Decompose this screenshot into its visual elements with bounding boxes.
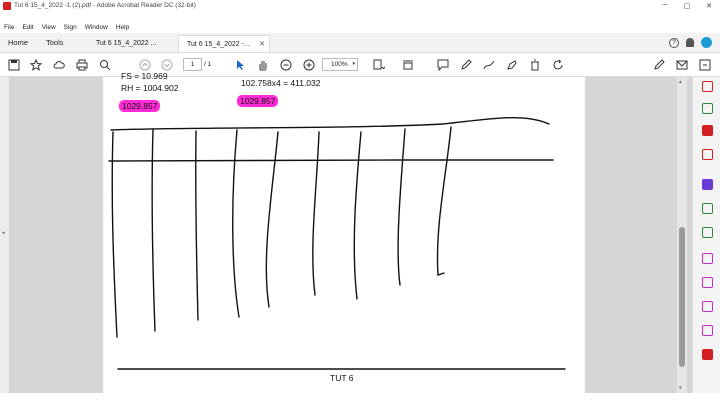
- menu-bar: File Edit View Sign Window Help: [0, 22, 720, 33]
- expand-left-panel-icon[interactable]: ◂: [2, 230, 5, 236]
- zoom-in-icon[interactable]: [302, 58, 315, 71]
- protect-icon[interactable]: [702, 325, 713, 336]
- rotate-icon[interactable]: [551, 58, 564, 71]
- select-cursor-icon[interactable]: [233, 58, 246, 71]
- tab-tools[interactable]: Tools: [46, 36, 64, 50]
- left-panel-collapsed[interactable]: ◂: [0, 77, 9, 393]
- tab-document-2[interactable]: Tut 6 15_4_2022 -... ✕: [178, 35, 270, 52]
- ink-vertical-2: [151, 128, 156, 332]
- create-pdf-icon[interactable]: [702, 125, 713, 136]
- request-signatures-icon[interactable]: [702, 301, 713, 312]
- edit-sign-icon[interactable]: [652, 58, 665, 71]
- ink-vertical-5: [265, 131, 279, 308]
- more-tools-panel-icon[interactable]: [702, 349, 713, 360]
- more-tools-icon[interactable]: [698, 58, 711, 71]
- avatar[interactable]: [701, 37, 712, 48]
- handwritten-drawing: [108, 116, 566, 370]
- right-tools-panel: [692, 77, 720, 393]
- scroll-up-icon[interactable]: ▴: [679, 79, 682, 85]
- zoom-level-select[interactable]: 100% ▾: [322, 58, 358, 71]
- help-icon[interactable]: ?: [669, 37, 679, 48]
- upload-cloud-icon[interactable]: [52, 58, 65, 71]
- comment-icon[interactable]: [436, 58, 449, 71]
- tab-document-2-label: Tut 6 15_4_2022 -...: [187, 41, 250, 48]
- highlight-pen-icon[interactable]: [459, 58, 472, 71]
- edit-pdf-icon[interactable]: [702, 103, 713, 114]
- pdf-page: FS = 10.969 RH = 1004.902 102.758x4 = 41…: [103, 71, 585, 393]
- ink-vertical-1: [111, 131, 118, 338]
- hand-tool-icon[interactable]: [256, 58, 269, 71]
- previous-page-icon[interactable]: [138, 58, 151, 71]
- tabbar-actions: ?: [669, 37, 712, 48]
- ink-vertical-6: [312, 131, 320, 296]
- menu-view[interactable]: View: [42, 24, 56, 31]
- menu-help[interactable]: Help: [116, 24, 129, 31]
- save-icon[interactable]: [7, 58, 20, 71]
- send-for-review-icon[interactable]: [702, 277, 713, 288]
- ink-vertical-7: [353, 131, 362, 300]
- bookmark-star-icon[interactable]: [29, 58, 42, 71]
- delete-icon[interactable]: [528, 58, 541, 71]
- comment-tool-icon[interactable]: [702, 253, 713, 264]
- ink-top-line: [110, 116, 550, 131]
- export-pdf-icon[interactable]: [702, 81, 713, 92]
- menu-file[interactable]: File: [4, 24, 14, 31]
- draw-freehand-icon[interactable]: [482, 58, 495, 71]
- next-page-icon[interactable]: [160, 58, 173, 71]
- page-number-input[interactable]: 1: [183, 58, 202, 71]
- chevron-down-icon: ▾: [352, 61, 355, 67]
- menu-window[interactable]: Window: [85, 24, 108, 31]
- tab-bar: Home Tools Tut 6 15_4_2022 ... Tut 6 15_…: [0, 33, 720, 53]
- footer-label: TUT 6: [330, 373, 354, 383]
- menu-sign[interactable]: Sign: [64, 24, 77, 31]
- combine-files-icon[interactable]: [702, 149, 713, 160]
- ink-vertical-3: [195, 130, 199, 321]
- print-icon[interactable]: [75, 58, 88, 71]
- tab-home[interactable]: Home: [2, 36, 34, 50]
- ink-vertical-9: [436, 126, 452, 276]
- title-bar: Tut 6 15_4_2022 -1 (2).pdf - Adobe Acrob…: [0, 0, 720, 11]
- fill-sign-icon[interactable]: [505, 58, 518, 71]
- email-icon[interactable]: [675, 58, 688, 71]
- zoom-out-icon[interactable]: [279, 58, 292, 71]
- scroll-mode-icon[interactable]: [401, 58, 414, 71]
- organize-pages-icon[interactable]: [702, 179, 713, 190]
- close-tab-icon[interactable]: ✕: [259, 36, 265, 53]
- acrobat-icon: [3, 1, 11, 10]
- find-text-icon[interactable]: [98, 58, 111, 71]
- ink-vertical-8: [397, 128, 406, 286]
- tab-document-1-label: Tut 6 15_4_2022 ...: [96, 40, 157, 47]
- fit-page-icon[interactable]: [372, 58, 385, 71]
- window-title: Tut 6 15_4_2022 -1 (2).pdf - Adobe Acrob…: [14, 2, 196, 9]
- fill-sign-tool-icon[interactable]: [702, 203, 713, 214]
- close-button[interactable]: ✕: [698, 0, 720, 11]
- menu-edit[interactable]: Edit: [22, 24, 33, 31]
- vertical-scrollbar[interactable]: ▴ ▾: [677, 77, 687, 393]
- page-total: / 1: [204, 61, 212, 68]
- scrollbar-thumb[interactable]: [679, 227, 685, 367]
- document-viewport[interactable]: ◂ FS = 10.969 RH = 1004.902 102.758x4 = …: [0, 71, 692, 393]
- notification-bell-icon[interactable]: [686, 38, 694, 47]
- window-controls: ─ ▢ ✕: [654, 0, 720, 11]
- zoom-level-value: 100%: [331, 61, 348, 68]
- toolbar: 1 / 1 100% ▾: [0, 53, 720, 77]
- minimize-button[interactable]: ─: [654, 0, 676, 11]
- compress-pdf-icon[interactable]: [702, 227, 713, 238]
- maximize-button[interactable]: ▢: [676, 0, 698, 11]
- ink-vertical-4: [232, 129, 240, 318]
- tab-document-1[interactable]: Tut 6 15_4_2022 ...: [88, 35, 176, 52]
- ink-middle-line: [108, 159, 554, 162]
- scroll-down-icon[interactable]: ▾: [679, 385, 682, 391]
